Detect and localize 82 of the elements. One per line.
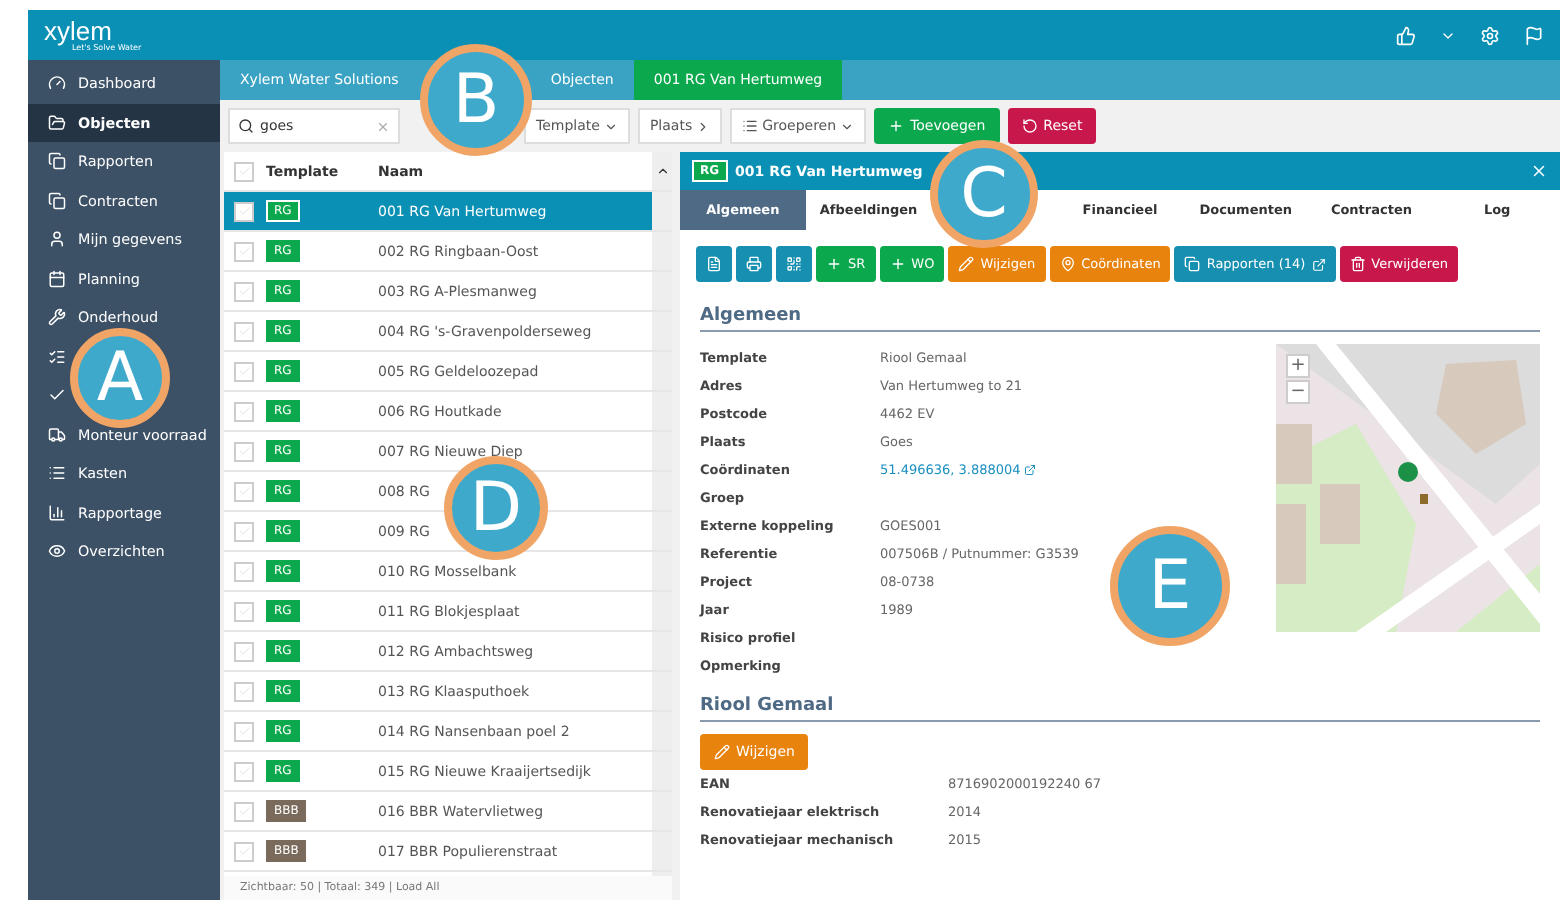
wrench-icon[interactable] [48,308,66,327]
check-icon [237,844,251,858]
action-button[interactable] [736,246,772,282]
plus-icon [888,118,905,134]
thumbs-up-icon[interactable] [1396,25,1416,45]
checkbox[interactable] [234,361,254,381]
list-icon [742,118,759,134]
check-icon [237,284,251,298]
checkbox[interactable] [234,521,254,541]
checkbox[interactable] [234,761,254,781]
copy-icon[interactable] [48,152,66,171]
check-icon [237,444,251,458]
undo-icon [1021,118,1038,134]
external-link-icon [1024,464,1037,476]
pencil-icon [958,256,975,272]
check-icon [237,724,251,738]
plus-icon [889,256,906,272]
checkbox[interactable] [234,441,254,461]
checkbox[interactable] [234,601,254,621]
pencil-icon [714,744,730,760]
section-heading: Riool Gemaal [700,696,1540,722]
check-icon[interactable] [48,386,66,405]
checkbox[interactable] [234,721,254,741]
folder-icon[interactable] [48,113,66,132]
action-button[interactable] [696,246,732,282]
gauge-icon[interactable] [48,74,66,93]
checkbox[interactable] [234,401,254,421]
checklist-icon[interactable] [48,347,66,366]
checkbox[interactable] [234,241,254,261]
calendar-icon[interactable] [48,269,66,288]
zoom-in-button[interactable]: + [1286,354,1310,378]
close-icon[interactable] [1530,162,1548,180]
bar-chart-icon[interactable] [48,503,66,522]
check-icon [237,564,251,578]
map-pin-icon [1059,256,1076,272]
eye-icon[interactable] [48,542,66,561]
check-icon [237,324,251,338]
copy-icon[interactable] [48,191,66,210]
chevron-icon [696,119,711,133]
chevron-icon [840,119,855,133]
check-icon [237,484,251,498]
action-button[interactable] [776,246,812,282]
checkbox[interactable] [234,801,254,821]
check-icon [237,764,251,778]
flag-icon[interactable] [1524,25,1544,45]
plus-icon [826,256,842,272]
trash-icon [1349,256,1366,272]
checkbox[interactable] [234,561,254,581]
clear-icon[interactable] [376,119,390,133]
checkbox[interactable] [234,481,254,501]
zoom-out-button[interactable]: − [1286,380,1310,404]
list-icon[interactable] [48,464,66,483]
qr-code-icon [786,256,802,272]
search-icon [238,118,254,134]
check-icon [237,684,251,698]
check-icon [237,804,251,818]
truck-icon[interactable] [48,425,66,444]
external-link-icon [1311,257,1326,271]
checkbox[interactable] [234,641,254,661]
check-icon [237,404,251,418]
settings-icon[interactable] [1480,25,1500,45]
check-icon [237,164,251,178]
scroll-up-icon[interactable] [655,164,669,178]
check-icon [237,204,251,218]
checkbox[interactable] [234,281,254,301]
section-heading: Algemeen [700,306,1540,332]
checkbox[interactable] [234,321,254,341]
check-icon [237,364,251,378]
checkbox[interactable] [234,201,254,221]
copy-icon [1184,256,1201,272]
user-icon[interactable] [48,230,66,249]
checkbox[interactable] [234,841,254,861]
checkbox[interactable] [234,161,254,181]
check-icon [237,524,251,538]
logo: xylem [44,18,112,44]
printer-icon [746,256,762,272]
document-icon [706,256,722,272]
check-icon [237,644,251,658]
check-icon [237,244,251,258]
chevron-icon [603,119,618,133]
checkbox[interactable] [234,681,254,701]
check-icon [237,604,251,618]
